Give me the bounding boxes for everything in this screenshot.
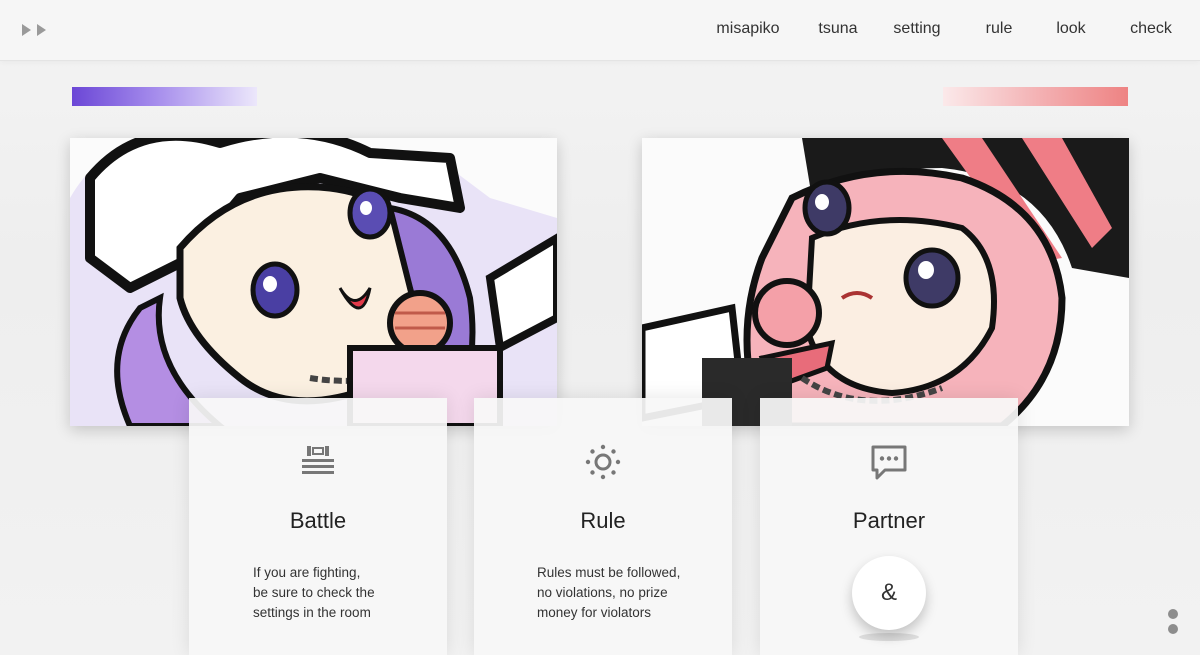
- nav-item-check[interactable]: check: [1130, 20, 1172, 38]
- battle-card-text-line: If you are fighting,: [253, 565, 361, 580]
- dot: [1168, 624, 1178, 634]
- battle-card-text: If you are fighting, be sure to check th…: [253, 563, 417, 623]
- nav-item-tsuna[interactable]: tsuna: [818, 20, 857, 38]
- partner-button[interactable]: &: [852, 556, 926, 630]
- nav-item-misapiko[interactable]: misapiko: [716, 20, 779, 38]
- battle-card-text-line: be sure to check the: [253, 585, 375, 600]
- chat-bubble-icon: [869, 442, 909, 482]
- stack-lines-icon: [298, 442, 338, 482]
- rule-card-text-line: money for violators: [537, 605, 652, 620]
- play-icon[interactable]: [22, 24, 31, 36]
- battle-card-title: Battle: [289, 508, 347, 533]
- rule-card[interactable]: Rule Rules must be followed, no violatio…: [474, 398, 732, 655]
- purple-accent-bar: [72, 87, 257, 106]
- nav-item-setting[interactable]: setting: [893, 20, 940, 38]
- partner-card-title: Partner: [852, 508, 926, 533]
- battle-card-text-line: settings in the room: [253, 605, 371, 620]
- sun-icon: [583, 442, 623, 482]
- pink-accent-bar: [943, 87, 1128, 106]
- nav-item-look[interactable]: look: [1056, 20, 1085, 38]
- rule-card-title: Rule: [580, 508, 626, 533]
- playback-controls[interactable]: [22, 24, 46, 36]
- purple-haired-character-illustration: [70, 138, 557, 426]
- rule-card-text-line: no violations, no prize: [537, 585, 668, 600]
- partner-card[interactable]: Partner &: [760, 398, 1018, 655]
- partner-button-shadow: [859, 633, 919, 641]
- nav-item-rule[interactable]: rule: [986, 20, 1013, 38]
- rule-card-text-line: Rules must be followed,: [537, 565, 681, 580]
- rule-card-text: Rules must be followed, no violations, n…: [537, 563, 702, 623]
- vertical-dots-icon[interactable]: [1168, 609, 1180, 639]
- play-icon[interactable]: [37, 24, 46, 36]
- top-navigation-bar: misapiko tsuna setting rule look check: [0, 0, 1200, 61]
- pink-haired-character-illustration: [642, 138, 1129, 426]
- dot: [1168, 609, 1178, 619]
- battle-card[interactable]: Battle If you are fighting, be sure to c…: [189, 398, 447, 655]
